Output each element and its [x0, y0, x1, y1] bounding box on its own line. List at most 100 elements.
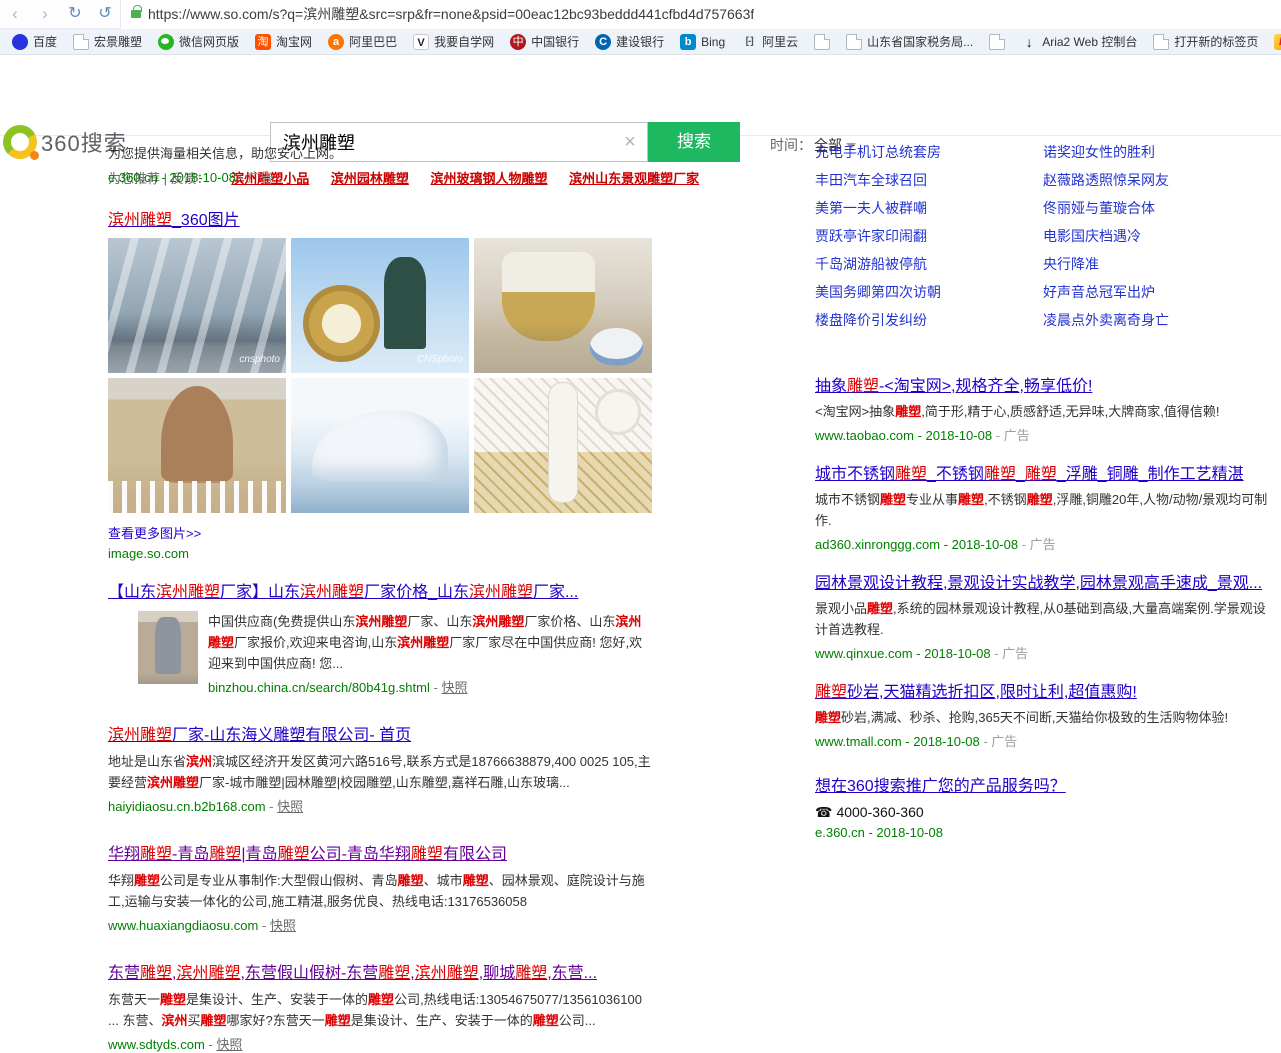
- hot-news-link[interactable]: 佟丽娅与董璇合体: [1043, 201, 1271, 215]
- result-cite: binzhou.china.cn/search/80b41g.shtml: [208, 680, 430, 695]
- text-run: ,东营...: [547, 965, 597, 982]
- result-thumbnail-wrap[interactable]: [138, 611, 198, 696]
- result-title-link[interactable]: 东营雕塑,滨州雕塑,东营假山假树-东营雕塑,滨州雕塑,聊城雕塑,东营...: [108, 964, 597, 984]
- promo-block: 想在360搜索推广您的产品服务吗？ ☎4000-360-360 e.360.cn…: [815, 777, 1271, 840]
- bookmark-favicon: [989, 34, 1005, 50]
- ad-title-link[interactable]: 城市不锈钢雕塑_不锈钢雕塑_雕塑_浮雕_铜雕_制作工艺精湛: [815, 465, 1244, 485]
- highlighted-term: 滨州雕塑: [108, 212, 172, 229]
- hot-news-link[interactable]: 丰田汽车全球召回: [815, 173, 1043, 187]
- ad-title-link[interactable]: 雕塑砂岩,天猫精选折扣区,限时让利,超值惠购!: [815, 683, 1137, 703]
- bookmark-item[interactable]: [981, 31, 1013, 53]
- text-run: 城市不锈钢: [815, 466, 895, 483]
- result-title-link[interactable]: 滨州雕塑厂家-山东海义雕塑有限公司- 首页: [108, 726, 411, 746]
- results-column: 为您提供海量相关信息，助您安心上网。 e.360.cn - 2018-10-08…: [108, 137, 653, 1053]
- promo-phone-line: ☎4000-360-360: [815, 804, 1271, 821]
- ship-wheel-statue-image[interactable]: CNSphoto: [291, 238, 469, 373]
- image-block-cite-line: image.so.com: [108, 546, 653, 561]
- url-text[interactable]: https://www.so.com/s?q=滨州雕塑&src=srp&fr=n…: [148, 4, 754, 24]
- bookmark-item[interactable]: 百度: [4, 31, 65, 53]
- result-cite: www.sdtyds.com: [108, 1037, 205, 1052]
- image-block-title-link[interactable]: 滨州雕塑_360图片: [108, 206, 653, 230]
- bookmark-item[interactable]: C 建设银行: [587, 31, 672, 53]
- back-icon[interactable]: ‹: [0, 0, 30, 28]
- hot-news-link[interactable]: 美第一夫人被群嘲: [815, 201, 1043, 215]
- text-run: -青岛: [172, 846, 209, 863]
- cite-separator: -: [430, 680, 442, 695]
- bookmark-label: 阿里云: [762, 33, 798, 50]
- text-run: ,聊城: [479, 965, 515, 982]
- ad-title-link[interactable]: 园林景观设计教程,景观设计实战教学,园林景观高手速成_景观...: [815, 574, 1262, 594]
- bookmark-item[interactable]: b Bing: [672, 31, 733, 53]
- bookmark-item[interactable]: F 不饱和: [1266, 31, 1281, 53]
- hot-news-link[interactable]: 充电手机订总统套房: [815, 145, 1043, 159]
- ad-cite-line: www.qinxue.com - 2018-10-08 - 广告: [815, 643, 1271, 662]
- bookmark-item[interactable]: 微信网页版: [150, 31, 247, 53]
- bookmark-item[interactable]: 宏景雕塑: [65, 31, 150, 53]
- result-title-link[interactable]: 华翔雕塑-青岛雕塑|青岛雕塑公司-青岛华翔雕塑有限公司: [108, 845, 507, 865]
- forward-icon[interactable]: ›: [30, 0, 60, 28]
- sand-sculpture-image[interactable]: [108, 378, 286, 513]
- hot-news-link[interactable]: 赵薇路透照惊呆网友: [1043, 173, 1271, 187]
- bookmark-item[interactable]: V 我要自学网: [405, 31, 502, 53]
- result-title-link[interactable]: 【山东滨州雕塑厂家】山东滨州雕塑厂家价格_山东滨州雕塑厂家...: [108, 583, 578, 603]
- more-images-link[interactable]: 查看更多图片>>: [108, 523, 201, 542]
- mosaic-cup-sculpture-image[interactable]: [474, 238, 652, 373]
- hot-news-link[interactable]: 楼盘降价引发纠纷: [815, 313, 1043, 327]
- white-marble-sculpture-image[interactable]: [291, 378, 469, 513]
- bookmark-favicon: [1153, 34, 1169, 50]
- text-run: _: [1016, 466, 1025, 483]
- bookmark-favicon: [158, 34, 174, 50]
- bookmark-item[interactable]: a 阿里巴巴: [320, 31, 405, 53]
- promo-title-link[interactable]: 想在360搜索推广您的产品服务吗？: [815, 777, 1066, 797]
- highlighted-term: 雕塑: [160, 992, 186, 1007]
- bookmark-item[interactable]: 淘 淘宝网: [247, 31, 320, 53]
- search-button[interactable]: 搜索: [648, 122, 740, 162]
- ad-label: - 广告: [236, 170, 274, 185]
- highlighted-term: 滨州雕塑: [156, 584, 220, 601]
- hot-news-link[interactable]: 电影国庆档遇冷: [1043, 229, 1271, 243]
- promo-cite-line: e.360.cn - 2018-10-08: [815, 825, 1271, 840]
- top-ad-cite-line: e.360.cn - 2018-10-08 - 广告: [108, 167, 653, 186]
- snapshot-link[interactable]: 快照: [270, 918, 296, 933]
- text-run: 公司-青岛华翔: [310, 846, 411, 863]
- reload-icon[interactable]: ↺: [90, 0, 120, 28]
- highlighted-term: 雕塑: [867, 601, 893, 616]
- bookmark-item[interactable]: 中 中国银行: [502, 31, 587, 53]
- address-bar[interactable]: https://www.so.com/s?q=滨州雕塑&src=srp&fr=n…: [120, 0, 1281, 29]
- refresh-icon[interactable]: ↻: [60, 0, 90, 28]
- snapshot-link[interactable]: 快照: [441, 680, 467, 695]
- bookmark-label: 百度: [33, 33, 57, 50]
- bookmark-item[interactable]: ↓ Aria2 Web 控制台: [1013, 31, 1145, 53]
- ad-cite: ad360.xinronggg.com - 2018-10-08: [815, 537, 1018, 552]
- text-run: <淘宝网>抽象: [815, 404, 895, 419]
- bookmark-item[interactable]: [-] 阿里云: [733, 31, 806, 53]
- text-run: 厂家价格、山东: [524, 614, 615, 629]
- highlighted-term: 雕塑: [140, 965, 172, 982]
- text-run: 有限公司: [443, 846, 507, 863]
- bookmark-item[interactable]: [806, 31, 838, 53]
- hot-news-link[interactable]: 好声音总冠军出炉: [1043, 285, 1271, 299]
- result-thumbnail-image[interactable]: [138, 611, 198, 684]
- ad-cite: www.taobao.com - 2018-10-08: [815, 428, 992, 443]
- hot-news-link[interactable]: 千岛湖游船被停航: [815, 257, 1043, 271]
- bookmark-label: 我要自学网: [434, 33, 494, 50]
- bookmark-item[interactable]: 山东省国家税务局...: [838, 31, 981, 53]
- hot-news-link[interactable]: 贾跃亭许家印闹翻: [815, 229, 1043, 243]
- bookmark-label: 阿里巴巴: [349, 33, 397, 50]
- bookmark-item[interactable]: 打开新的标签页: [1145, 31, 1266, 53]
- snapshot-link[interactable]: 快照: [277, 799, 303, 814]
- snapshot-link[interactable]: 快照: [216, 1037, 242, 1052]
- highlighted-term: 雕塑: [984, 466, 1016, 483]
- hot-news-link[interactable]: 美国务卿第四次访朝: [815, 285, 1043, 299]
- text-run: 厂家-山东海义雕塑有限公司- 首页: [172, 727, 411, 744]
- ad-cite: www.tmall.com - 2018-10-08: [815, 734, 980, 749]
- hot-news-link[interactable]: 凌晨点外卖离奇身亡: [1043, 313, 1271, 327]
- bookmark-favicon: [73, 34, 89, 50]
- ad-title-link[interactable]: 抽象雕塑-<淘宝网>,规格齐全,畅享低价!: [815, 377, 1092, 397]
- porcelain-vase-wall-image[interactable]: [474, 378, 652, 513]
- hot-news-link[interactable]: 央行降准: [1043, 257, 1271, 271]
- hot-news-link[interactable]: 诺奖迎女性的胜利: [1043, 145, 1271, 159]
- steel-spire-sculpture-image[interactable]: cnsphoto: [108, 238, 286, 373]
- text-run: 公司是专业从事制作:大型假山假树、青岛: [160, 873, 398, 888]
- highlighted-term: 雕塑: [368, 992, 394, 1007]
